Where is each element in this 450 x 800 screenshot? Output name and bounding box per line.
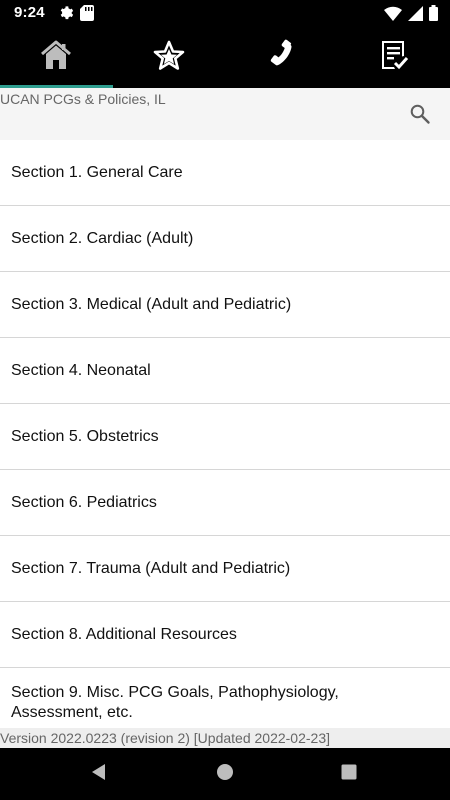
home-circle-icon [216,763,234,786]
star-icon [153,40,185,75]
search-header: UCAN PCGs & Policies, IL [0,88,450,140]
tab-favorites[interactable] [113,26,226,88]
sd-card-icon [80,5,94,26]
battery-icon [429,5,438,26]
recents-button[interactable] [337,762,361,786]
section-item-7[interactable]: Section 7. Trauma (Adult and Pediatric) [0,536,450,602]
gear-icon [58,5,74,26]
home-icon [40,40,72,75]
version-footer: Version 2022.0223 (revision 2) [Updated … [0,728,450,748]
signal-icon [408,5,423,26]
section-item-5[interactable]: Section 5. Obstetrics [0,404,450,470]
recents-icon [340,763,358,786]
search-button[interactable] [408,102,432,126]
status-time: 9:24 [14,4,45,21]
home-button[interactable] [213,762,237,786]
page-title: UCAN PCGs & Policies, IL [0,91,166,107]
tab-home[interactable] [0,26,113,88]
section-item-8[interactable]: Section 8. Additional Resources [0,602,450,668]
search-icon [408,104,432,130]
section-item-2[interactable]: Section 2. Cardiac (Adult) [0,206,450,272]
tab-bar [0,26,450,88]
tab-checklist[interactable] [338,26,450,88]
section-item-9[interactable]: Section 9. Misc. PCG Goals, Pathophysiol… [0,668,450,728]
section-item-4[interactable]: Section 4. Neonatal [0,338,450,404]
tab-contacts[interactable] [225,26,338,88]
status-left-icons [58,5,94,26]
app-screen: 9:24 UCAN PCGs & Policies, IL Section 1.… [0,0,450,800]
system-nav-bar [0,748,450,800]
section-item-3[interactable]: Section 3. Medical (Adult and Pediatric) [0,272,450,338]
status-right-icons [384,5,438,26]
phone-icon [265,39,297,76]
section-item-6[interactable]: Section 6. Pediatrics [0,470,450,536]
section-list: Section 1. General Care Section 2. Cardi… [0,140,450,728]
status-bar: 9:24 [0,0,450,26]
wifi-icon [384,6,402,26]
section-item-1[interactable]: Section 1. General Care [0,140,450,206]
back-icon [90,763,108,786]
checklist-icon [378,39,410,76]
back-button[interactable] [87,762,111,786]
